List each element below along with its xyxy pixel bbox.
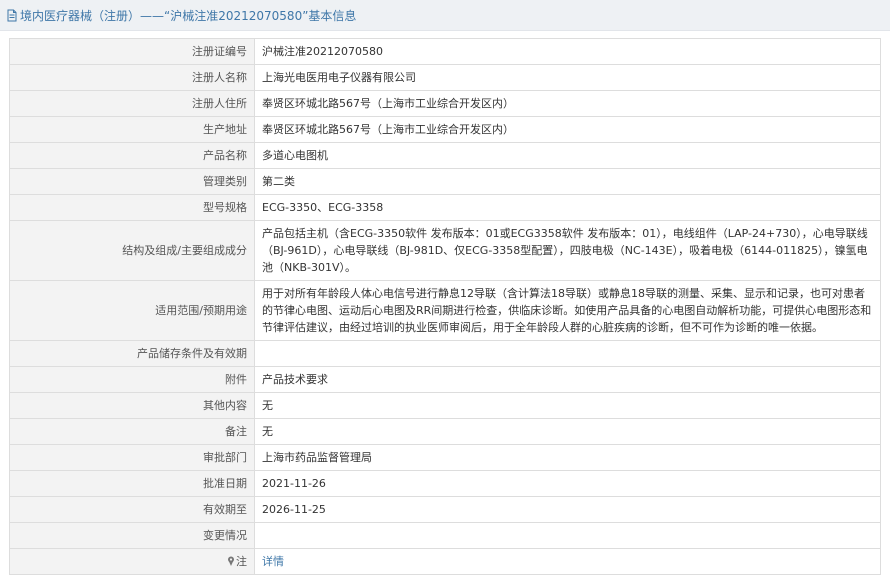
row-label: 注册证编号	[9, 38, 255, 65]
pin-icon	[227, 554, 235, 566]
table-row: 产品名称 多道心电图机	[9, 142, 881, 169]
document-icon	[6, 9, 18, 22]
row-value: 产品包括主机（含ECG-3350软件 发布版本：01或ECG3358软件 发布版…	[254, 220, 881, 281]
row-value: 上海市药品监督管理局	[254, 444, 881, 471]
table-row: 其他内容 无	[9, 392, 881, 419]
table-row: 备注 无	[9, 418, 881, 445]
row-value	[254, 522, 881, 549]
table-row: 注册人名称 上海光电医用电子仪器有限公司	[9, 64, 881, 91]
row-label: 适用范围/预期用途	[9, 280, 255, 341]
row-label: 有效期至	[9, 496, 255, 523]
table-row: 变更情况	[9, 522, 881, 549]
table-row: 批准日期 2021-11-26	[9, 470, 881, 497]
table-row: 注册证编号 沪械注准20212070580	[9, 38, 881, 65]
table-row: 结构及组成/主要组成成分 产品包括主机（含ECG-3350软件 发布版本：01或…	[9, 220, 881, 281]
row-value: 上海光电医用电子仪器有限公司	[254, 64, 881, 91]
row-value	[254, 340, 881, 367]
detail-table-wrap: 注册证编号 沪械注准20212070580 注册人名称 上海光电医用电子仪器有限…	[9, 38, 881, 575]
table-row: 审批部门 上海市药品监督管理局	[9, 444, 881, 471]
row-label: 其他内容	[9, 392, 255, 419]
row-label: 变更情况	[9, 522, 255, 549]
table-row: 产品储存条件及有效期	[9, 340, 881, 367]
row-label: 批准日期	[9, 470, 255, 497]
row-value: 奉贤区环城北路567号（上海市工业综合开发区内）	[254, 90, 881, 117]
table-row: 注册人住所 奉贤区环城北路567号（上海市工业综合开发区内）	[9, 90, 881, 117]
table-row: 生产地址 奉贤区环城北路567号（上海市工业综合开发区内）	[9, 116, 881, 143]
row-label: 产品名称	[9, 142, 255, 169]
table-row: 型号规格 ECG-3350、ECG-3358	[9, 194, 881, 221]
row-value: 沪械注准20212070580	[254, 38, 881, 65]
table-row: 附件 产品技术要求	[9, 366, 881, 393]
row-label: 备注	[9, 418, 255, 445]
row-value: ECG-3350、ECG-3358	[254, 194, 881, 221]
row-value: 用于对所有年龄段人体心电信号进行静息12导联（含计算法18导联）或静息18导联的…	[254, 280, 881, 341]
row-label: 注册人住所	[9, 90, 255, 117]
table-row-note: 注 详情	[9, 548, 881, 575]
note-label-cell: 注	[9, 548, 255, 575]
row-value: 2026-11-25	[254, 496, 881, 523]
row-label: 型号规格	[9, 194, 255, 221]
row-value: 第二类	[254, 168, 881, 195]
row-label: 注册人名称	[9, 64, 255, 91]
row-value: 产品技术要求	[254, 366, 881, 393]
page-title: 境内医疗器械（注册）——“沪械注准20212070580”基本信息	[20, 8, 357, 23]
table-row: 管理类别 第二类	[9, 168, 881, 195]
note-value-cell: 详情	[254, 548, 881, 575]
row-value: 2021-11-26	[254, 470, 881, 497]
row-label: 生产地址	[9, 116, 255, 143]
note-label: 注	[236, 555, 247, 568]
detail-table: 注册证编号 沪械注准20212070580 注册人名称 上海光电医用电子仪器有限…	[9, 38, 881, 575]
row-label: 管理类别	[9, 168, 255, 195]
row-label: 结构及组成/主要组成成分	[9, 220, 255, 281]
row-label: 附件	[9, 366, 255, 393]
details-link[interactable]: 详情	[262, 555, 284, 568]
row-value: 无	[254, 418, 881, 445]
table-row: 有效期至 2026-11-25	[9, 496, 881, 523]
table-row: 适用范围/预期用途 用于对所有年龄段人体心电信号进行静息12导联（含计算法18导…	[9, 280, 881, 341]
page-header: 境内医疗器械（注册）——“沪械注准20212070580”基本信息	[0, 0, 890, 31]
row-value: 无	[254, 392, 881, 419]
row-value: 多道心电图机	[254, 142, 881, 169]
row-label: 审批部门	[9, 444, 255, 471]
row-label: 产品储存条件及有效期	[9, 340, 255, 367]
row-value: 奉贤区环城北路567号（上海市工业综合开发区内）	[254, 116, 881, 143]
